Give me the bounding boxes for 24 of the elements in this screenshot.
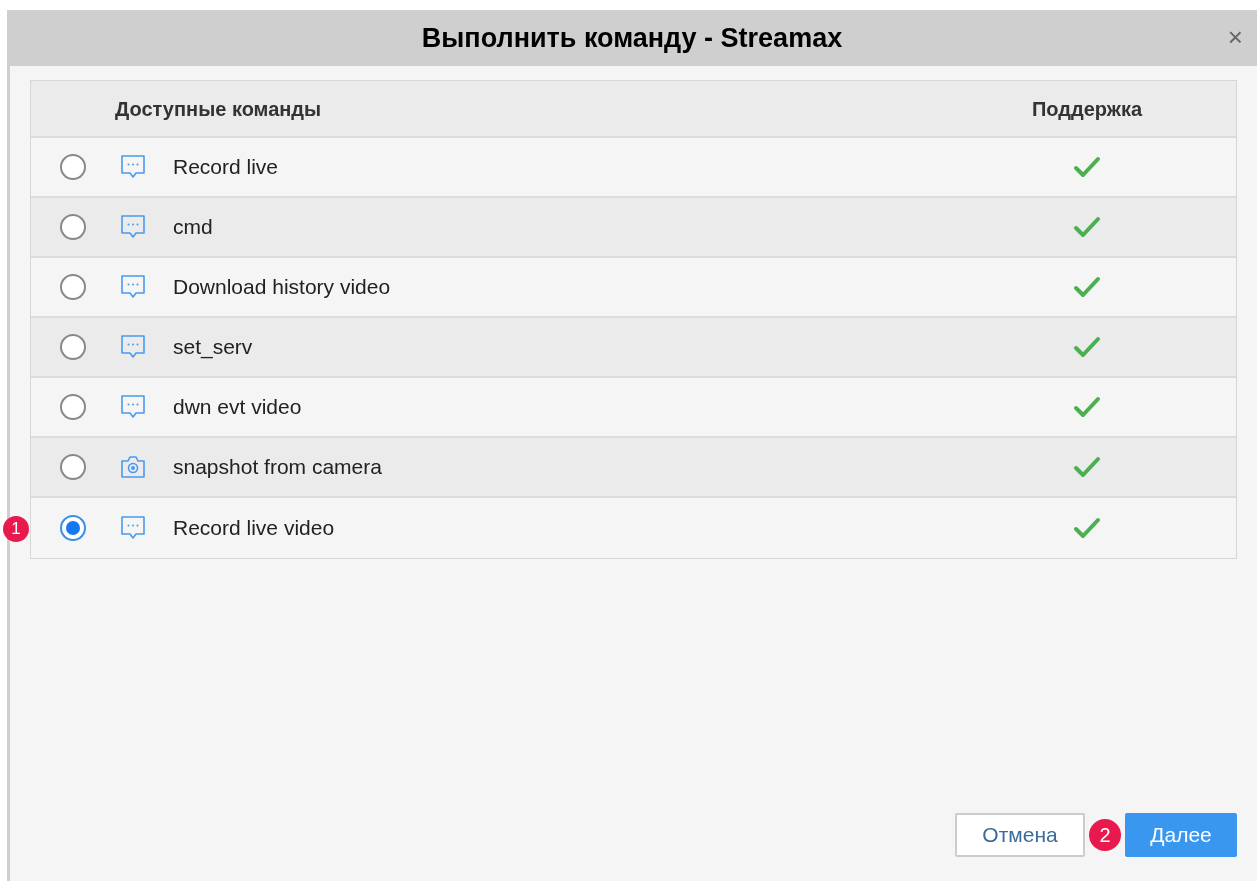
radio-button[interactable] [60,394,86,420]
command-row[interactable]: snapshot from camera [31,438,1236,498]
command-name: Record live [173,154,280,181]
command-row[interactable]: cmd [31,198,1236,258]
step-marker: 1 [3,516,29,542]
command-name: snapshot from camera [173,454,383,481]
command-name: Record live video [173,515,336,542]
radio-button[interactable] [60,515,86,541]
radio-button[interactable] [60,454,86,480]
command-name: set_serv [173,334,254,361]
radio-button[interactable] [60,274,86,300]
cancel-button[interactable]: Отмена [955,813,1085,857]
window-title: Выполнить команду - Streamax [421,21,843,55]
command-row[interactable]: set_serv [31,318,1236,378]
radio-button[interactable] [60,154,86,180]
column-header: Поддержка [1030,96,1144,122]
radio-button[interactable] [60,334,86,360]
radio-button[interactable] [60,214,86,240]
step-marker: 2 [1089,819,1121,851]
command-name: Download history video [173,274,392,301]
column-header: Доступные команды [115,96,323,122]
command-name: cmd [173,214,214,241]
command-name: dwn evt video [173,394,303,421]
close-button[interactable]: × [1227,24,1243,50]
